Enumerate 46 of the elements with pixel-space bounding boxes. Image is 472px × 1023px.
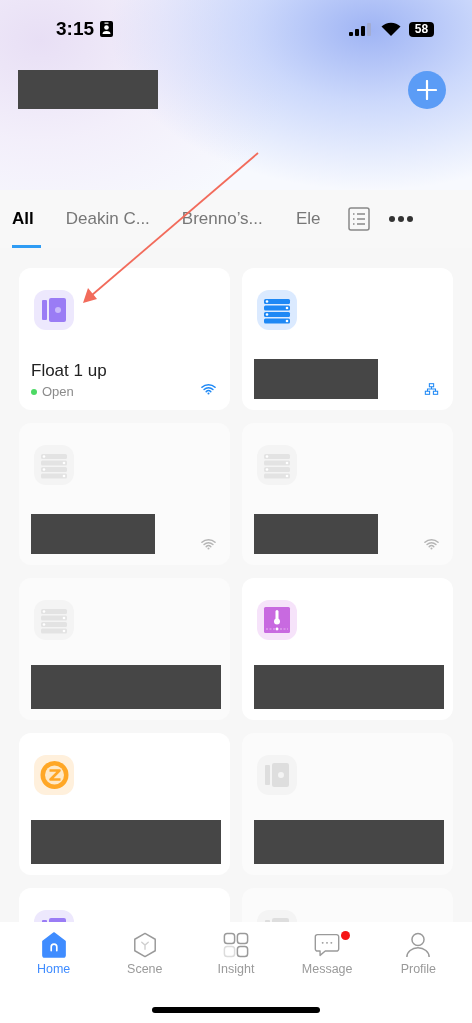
room-tab[interactable]: Brenno’s...: [181, 190, 263, 248]
person-icon: [405, 932, 432, 958]
zigbee-icon: [34, 755, 74, 795]
wifi-icon: [201, 383, 216, 395]
wifi-icon: [381, 22, 401, 36]
device-card[interactable]: [242, 268, 453, 410]
home-icon: [40, 932, 67, 958]
plus-icon: [417, 79, 437, 100]
nav-tab[interactable]: Scene: [109, 932, 180, 976]
device-card[interactable]: [242, 423, 453, 565]
add-button[interactable]: [408, 70, 446, 109]
room-tab[interactable]: Deakin C...: [65, 190, 150, 248]
id-badge-icon: [100, 21, 114, 37]
server-icon: [257, 290, 297, 330]
device-card[interactable]: Float 1 up Open: [19, 268, 230, 410]
wifi-icon: [424, 538, 439, 550]
device-card[interactable]: [242, 578, 453, 720]
network-icon: [424, 383, 439, 395]
room-tab[interactable]: Ele: [294, 190, 322, 248]
status-time: 3:15: [56, 18, 95, 40]
wifi-icon: [201, 538, 216, 550]
nav-tab[interactable]: Profile: [383, 932, 454, 976]
device-status: Open: [42, 384, 74, 399]
status-dot: [31, 388, 37, 395]
door-sensor-icon: [257, 755, 297, 795]
nav-tab[interactable]: Insight: [200, 932, 271, 976]
room-tab[interactable]: All: [12, 190, 41, 248]
thermostat-icon: [257, 600, 297, 640]
door-sensor-icon: [34, 290, 74, 330]
server-icon: [34, 445, 74, 485]
battery-icon: 58: [409, 21, 434, 37]
nav-tab[interactable]: Message: [292, 932, 363, 976]
grid-icon: [222, 932, 249, 958]
server-icon: [257, 445, 297, 485]
chat-icon: [314, 932, 341, 958]
device-card[interactable]: [19, 423, 230, 565]
hexagon-icon: [131, 932, 158, 958]
server-icon: [34, 600, 74, 640]
more-icon[interactable]: [387, 215, 414, 223]
device-card[interactable]: [19, 578, 230, 720]
device-card[interactable]: [19, 733, 230, 875]
signal-icon: [349, 22, 373, 36]
list-icon[interactable]: [347, 207, 370, 231]
device-card[interactable]: [242, 733, 453, 875]
device-name: Float 1 up: [31, 361, 107, 381]
nav-tab[interactable]: Home: [18, 932, 89, 976]
